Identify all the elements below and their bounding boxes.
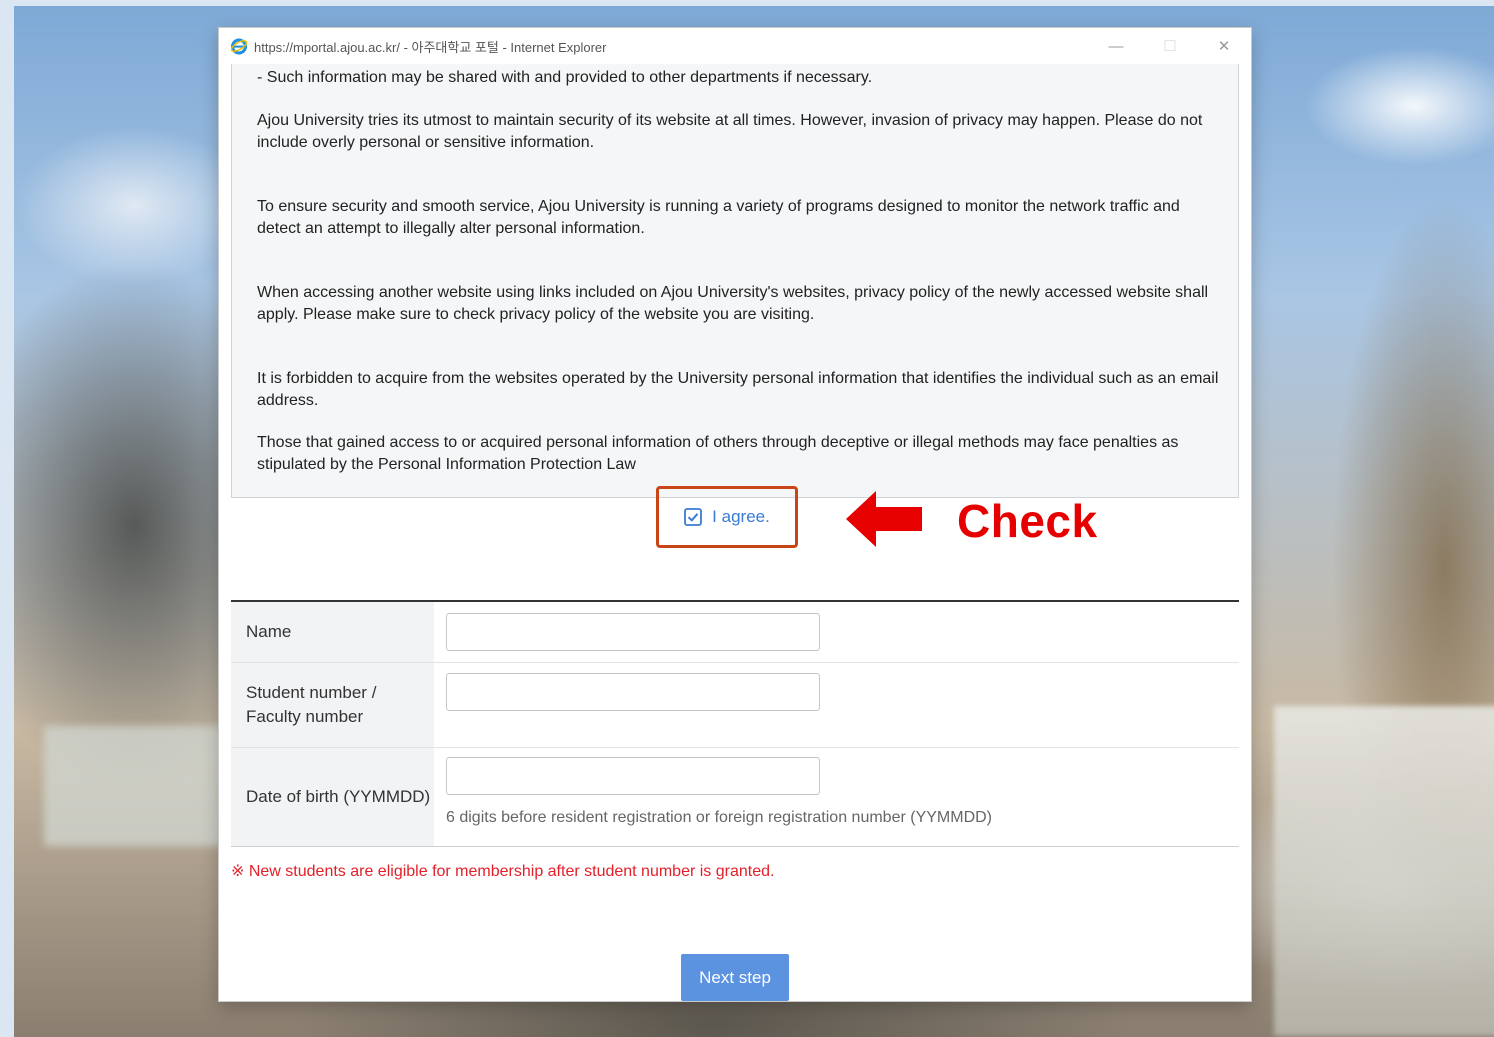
form-row-date-of-birth: Date of birth (YYMMDD) 6 digits before r… bbox=[231, 748, 1239, 846]
form-row-name: Name bbox=[231, 602, 1239, 663]
cloud bbox=[1304, 46, 1494, 166]
student-number-label: Student number / Faculty number bbox=[231, 663, 434, 747]
arrow-left-icon bbox=[846, 491, 922, 547]
date-of-birth-label: Date of birth (YYMMDD) bbox=[231, 748, 434, 846]
name-label: Name bbox=[231, 602, 434, 662]
checkbox-checked-icon[interactable] bbox=[684, 508, 703, 526]
terms-paragraph: - Such information may be shared with an… bbox=[257, 69, 873, 86]
verification-form: Name Student number / Faculty number Dat… bbox=[231, 600, 1239, 847]
building bbox=[1274, 706, 1494, 1036]
browser-window: https://mportal.ajou.ac.kr/ - 아주대학교 포털 -… bbox=[219, 28, 1251, 1001]
new-student-notice: ※ New students are eligible for membersh… bbox=[231, 863, 775, 880]
student-number-input[interactable] bbox=[446, 673, 820, 711]
terms-paragraph: Those that gained access to or acquired … bbox=[257, 434, 1179, 473]
cloud bbox=[14, 126, 254, 286]
date-of-birth-input[interactable] bbox=[446, 757, 820, 795]
window-title: https://mportal.ajou.ac.kr/ - 아주대학교 포털 -… bbox=[254, 39, 607, 55]
annotation-check-text: Check bbox=[957, 495, 1098, 547]
terms-paragraph: It is forbidden to acquire from the webs… bbox=[257, 370, 1219, 409]
agree-checkbox[interactable]: I agree. bbox=[656, 486, 798, 548]
next-step-button[interactable]: Next step bbox=[681, 954, 789, 1001]
name-input[interactable] bbox=[446, 613, 820, 651]
terms-paragraph: When accessing another website using lin… bbox=[257, 284, 1209, 323]
terms-paragraph: Ajou University tries its utmost to main… bbox=[257, 112, 1203, 151]
date-of-birth-hint: 6 digits before resident registration or… bbox=[446, 809, 993, 826]
agree-label[interactable]: I agree. bbox=[712, 507, 770, 527]
minimize-button[interactable]: — bbox=[1089, 28, 1143, 64]
window-controls: — ☐ ✕ bbox=[1089, 28, 1251, 64]
building bbox=[44, 726, 224, 846]
close-button[interactable]: ✕ bbox=[1197, 28, 1251, 64]
window-titlebar: https://mportal.ajou.ac.kr/ - 아주대학교 포털 -… bbox=[219, 28, 1251, 64]
form-row-student-number: Student number / Faculty number bbox=[231, 663, 1239, 748]
terms-paragraph: To ensure security and smooth service, A… bbox=[257, 198, 1180, 237]
maximize-button[interactable]: ☐ bbox=[1143, 28, 1197, 64]
privacy-terms-box[interactable]: - Such information may be shared with an… bbox=[231, 64, 1239, 498]
internet-explorer-icon bbox=[229, 36, 249, 56]
